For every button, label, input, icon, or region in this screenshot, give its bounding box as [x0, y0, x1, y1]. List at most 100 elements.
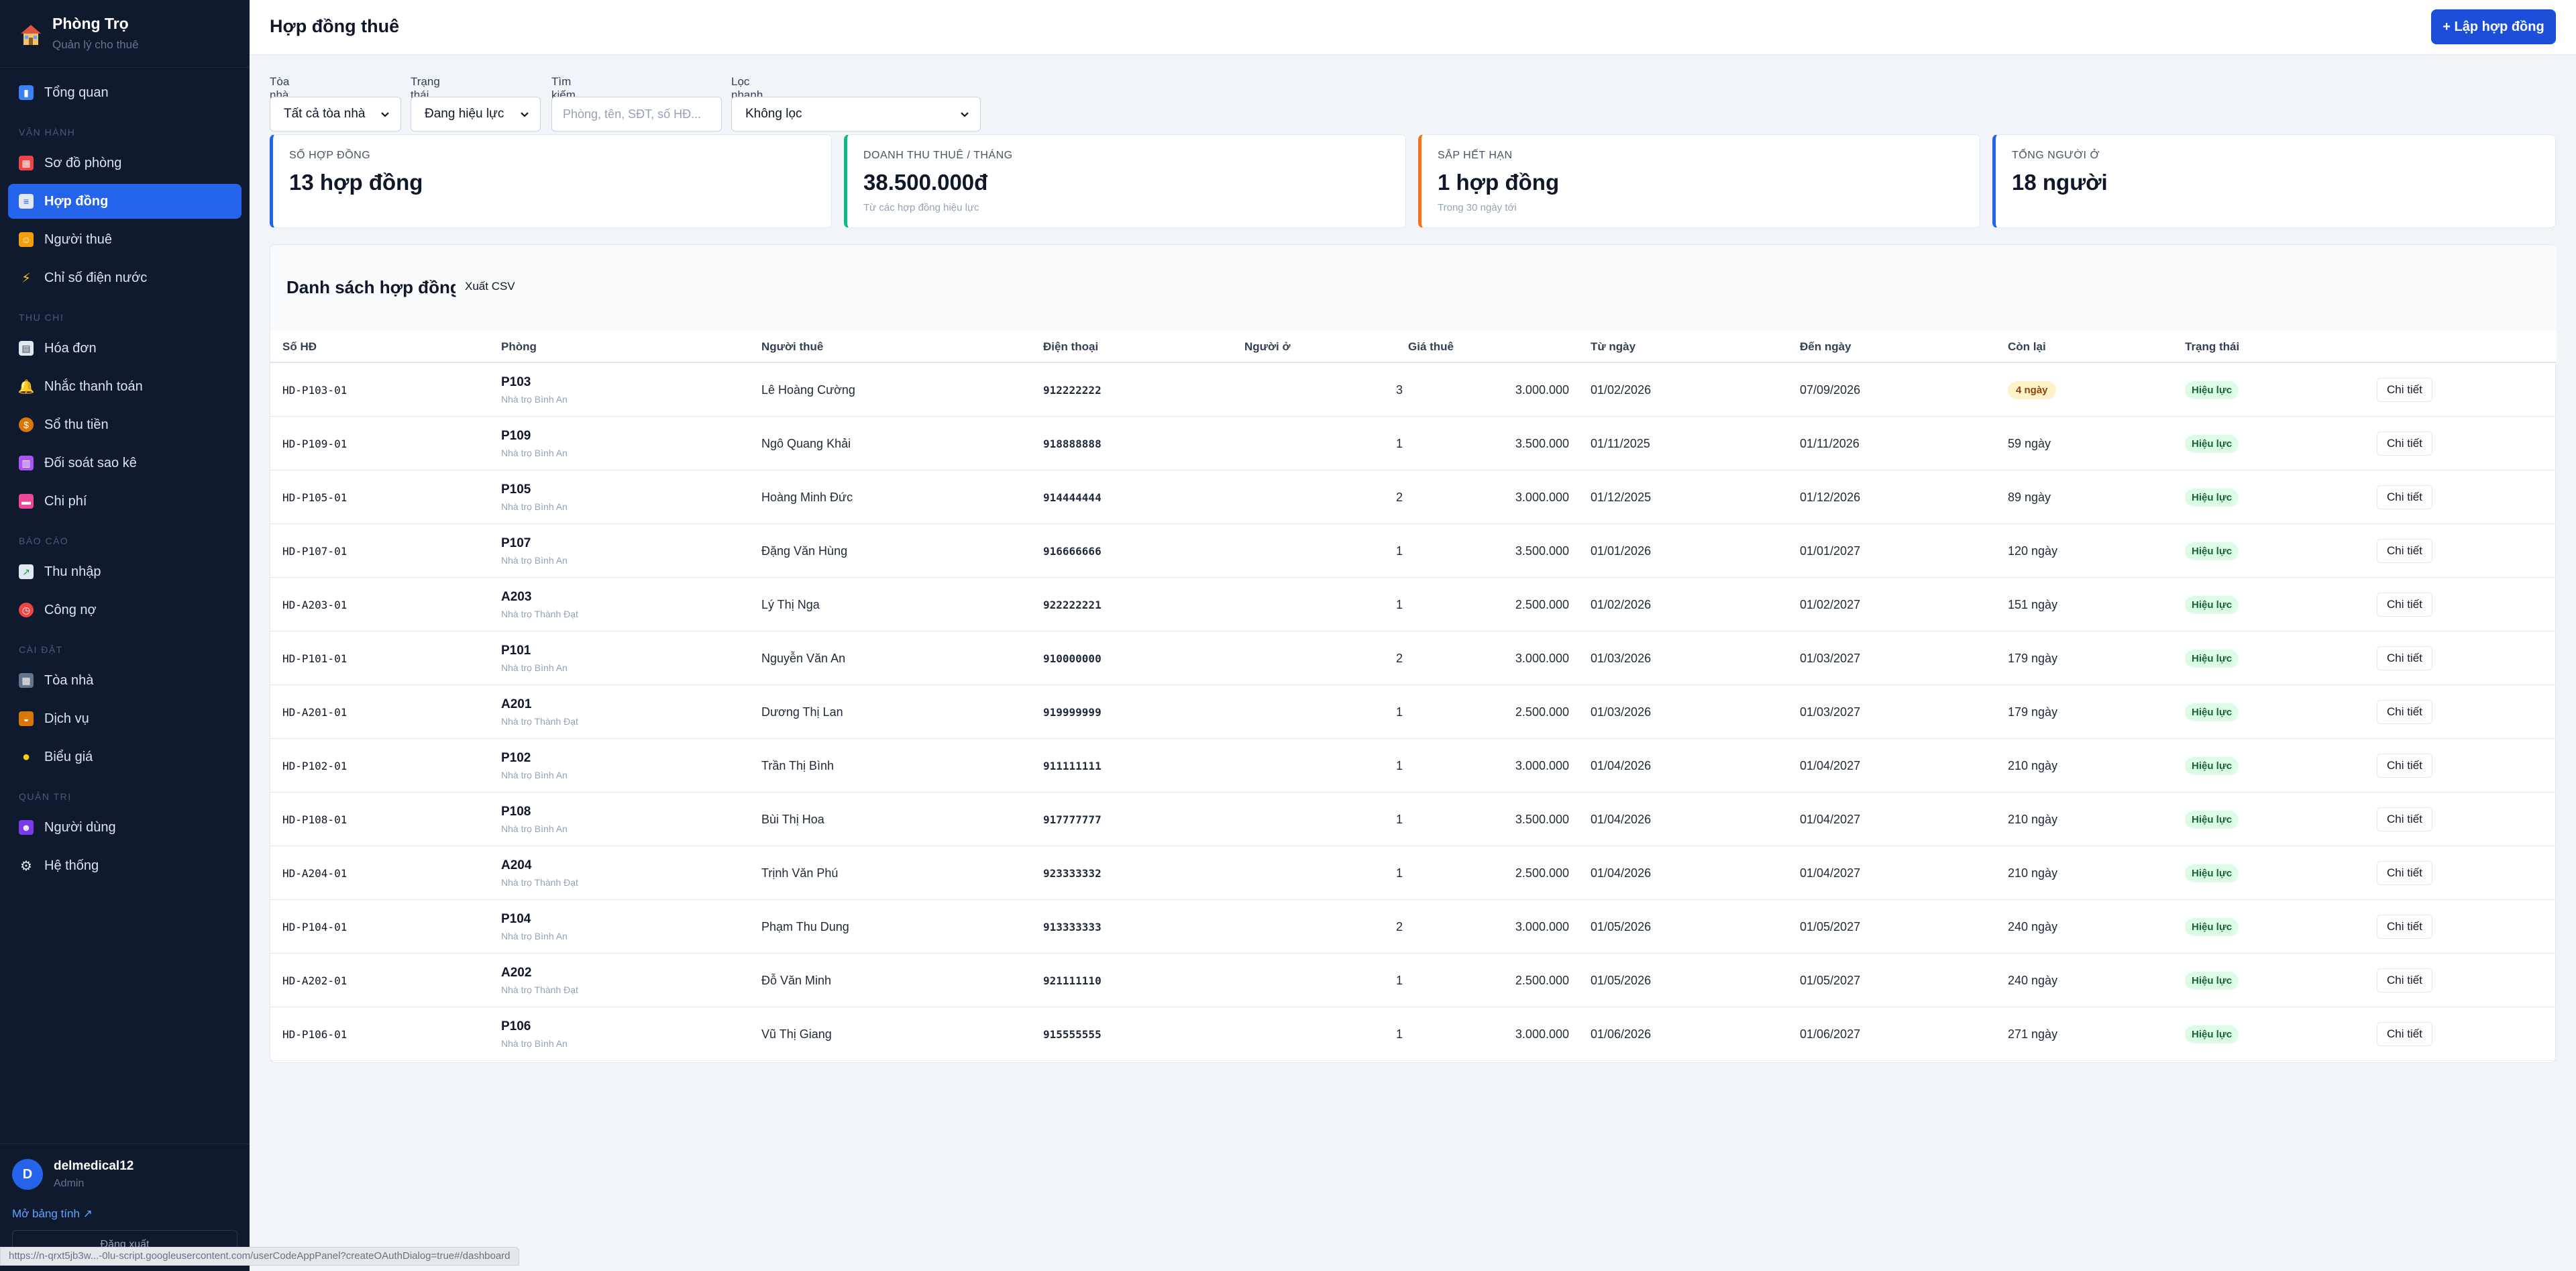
- detail-button[interactable]: Chi tiết: [2377, 1022, 2432, 1046]
- days-left: 240 ngày: [2008, 954, 2057, 1007]
- stat-card-revenue: Doanh thu thuê / tháng 38.500.000đ Từ cá…: [844, 134, 1406, 228]
- sidebar-item-users[interactable]: ☻ Người dùng: [8, 810, 241, 845]
- tenant-name: Đặng Văn Hùng: [761, 544, 848, 558]
- tenant-name: Ngô Quang Khải: [761, 436, 851, 450]
- table-row[interactable]: HD-A203-01 A203 Nhà trọ Thành Đạt Lý Thị Ng…: [270, 578, 2557, 631]
- column-header[interactable]: Trạng thái: [2185, 331, 2239, 363]
- column-header[interactable]: Số HĐ: [282, 331, 317, 363]
- table-row[interactable]: HD-A204-01 A204 Nhà trọ Thành Đạt Trịnh Văn…: [270, 846, 2557, 900]
- sidebar-item-system[interactable]: ⚙ Hệ thống: [8, 848, 241, 883]
- brand[interactable]: Phòng Trọ Quản lý cho thuê: [19, 13, 139, 52]
- tenant-name: Trần Thị Bình: [761, 758, 835, 772]
- select-value: Không lọc: [745, 107, 802, 121]
- avatar[interactable]: D: [12, 1159, 43, 1190]
- sidebar-item-cashbook[interactable]: $ Sổ thu tiền: [8, 407, 241, 442]
- status-badge: Hiệu lực: [2185, 971, 2239, 990]
- column-header[interactable]: Từ ngày: [1591, 331, 1635, 363]
- detail-cell: Chi tiết: [2377, 470, 2432, 524]
- room-code: A202: [501, 966, 532, 980]
- detail-button[interactable]: Chi tiết: [2377, 646, 2432, 670]
- start-date: 01/12/2025: [1591, 490, 1652, 504]
- sidebar-item-debts[interactable]: ◷ Công nợ: [8, 593, 241, 627]
- table-row[interactable]: HD-P109-01 P109 Nhà trọ Bình An Ngô Quang K…: [270, 417, 2557, 470]
- sidebar-item-tenants[interactable]: ☺ Người thuê: [8, 222, 241, 257]
- detail-button[interactable]: Chi tiết: [2377, 754, 2432, 778]
- phone-number: 921111110: [1043, 974, 1102, 987]
- export-csv-button[interactable]: Xuất CSV: [455, 274, 525, 299]
- room-cell: P101 Nhà trọ Bình An: [501, 631, 568, 685]
- sidebar-item-meters[interactable]: ⚡ Chỉ số điện nước: [8, 260, 241, 295]
- room-cell: P107 Nhà trọ Bình An: [501, 524, 568, 578]
- table-row[interactable]: HD-A202-01 A202 Nhà trọ Thành Đạt Đỗ Văn Mi…: [270, 954, 2557, 1007]
- tenant-name: Đỗ Văn Minh: [761, 973, 832, 987]
- quick-filter-select[interactable]: Không lọc: [731, 97, 981, 132]
- detail-button[interactable]: Chi tiết: [2377, 485, 2432, 509]
- alarm-clock-icon: ◷: [19, 603, 34, 617]
- end-date: 01/05/2027: [1800, 919, 1861, 933]
- search-input[interactable]: Phòng, tên, SĐT, số HĐ...: [551, 97, 722, 132]
- detail-button[interactable]: Chi tiết: [2377, 807, 2432, 831]
- sidebar-item-label: Hợp đồng: [44, 193, 109, 209]
- table-header: Số HĐ Phòng Người thuê Điện thoại Người …: [270, 331, 2557, 363]
- start-date: 01/03/2026: [1591, 651, 1652, 665]
- tenant-name: Nguyễn Văn An: [761, 651, 846, 665]
- detail-button[interactable]: Chi tiết: [2377, 539, 2432, 563]
- phone-number: 915555555: [1043, 1027, 1102, 1041]
- open-spreadsheet-link[interactable]: Mở bảng tính ↗: [12, 1207, 93, 1221]
- table-row[interactable]: HD-P101-01 P101 Nhà trọ Bình An Nguyễn Văn …: [270, 631, 2557, 685]
- phone-number: 912222222: [1043, 383, 1102, 397]
- filter-search: Tìm kiếm Phòng, tên, SĐT, số HĐ...: [551, 75, 722, 132]
- stat-note: Từ các hợp đồng hiệu lực: [863, 202, 979, 213]
- status-badge: Hiệu lực: [2185, 595, 2239, 614]
- sidebar-item-expenses[interactable]: ▬ Chi phí: [8, 484, 241, 519]
- table-row[interactable]: HD-P102-01 P102 Nhà trọ Bình An Trần Thị Bì…: [270, 739, 2557, 793]
- table-row[interactable]: HD-P106-01 P106 Nhà trọ Bình An Vũ Thị Gian…: [270, 1007, 2557, 1061]
- sidebar-item-overview[interactable]: ▮ Tổng quan: [8, 75, 241, 110]
- column-header[interactable]: Đến ngày: [1800, 331, 1851, 363]
- phone-number: 914444444: [1043, 491, 1102, 504]
- sidebar-item-reminders[interactable]: 🔔 Nhắc thanh toán: [8, 369, 241, 404]
- column-header[interactable]: Điện thoại: [1043, 331, 1098, 363]
- table-row[interactable]: HD-P103-01 P103 Nhà trọ Bình An Lê Hoàng Cư…: [270, 363, 2557, 417]
- days-left-value: 59 ngày: [2008, 436, 2051, 450]
- sidebar-item-label: Công nợ: [44, 602, 97, 617]
- column-header[interactable]: Người thuê: [761, 331, 823, 363]
- table-row[interactable]: HD-P108-01 P108 Nhà trọ Bình An Bùi Thị Hoa…: [270, 793, 2557, 846]
- table-row[interactable]: HD-A201-01 A201 Nhà trọ Thành Đạt Dương Thị…: [270, 685, 2557, 739]
- column-header[interactable]: Người ở: [1244, 331, 1291, 363]
- table-row[interactable]: HD-P105-01 P105 Nhà trọ Bình An Hoàng Minh …: [270, 470, 2557, 524]
- sidebar-item-reconcile[interactable]: ▥ Đối soát sao kê: [8, 446, 241, 480]
- user-name: delmedical12: [54, 1159, 134, 1173]
- room-cell: P102 Nhà trọ Bình An: [501, 739, 568, 793]
- detail-button[interactable]: Chi tiết: [2377, 861, 2432, 885]
- status-select[interactable]: Đang hiệu lực: [411, 97, 541, 132]
- sidebar-item-contracts[interactable]: ≡ Hợp đồng: [8, 184, 241, 219]
- building-select[interactable]: Tất cả tòa nhà: [270, 97, 401, 132]
- filter-status: Trạng thái Đang hiệu lực: [411, 75, 541, 132]
- detail-button[interactable]: Chi tiết: [2377, 378, 2432, 402]
- nav-section-admin: Quản trị: [19, 791, 72, 802]
- sidebar-item-pricing[interactable]: ● Biểu giá: [8, 740, 241, 774]
- table-row[interactable]: HD-P104-01 P104 Nhà trọ Bình An Phạm Thu Du…: [270, 900, 2557, 954]
- tenant-name: Dương Thị Lan: [761, 705, 843, 719]
- tenant-name: Hoàng Minh Đức: [761, 490, 853, 504]
- column-header[interactable]: Giá thuê: [1408, 331, 1454, 363]
- table-row[interactable]: HD-P107-01 P107 Nhà trọ Bình An Đặng Văn Hù…: [270, 524, 2557, 578]
- detail-button[interactable]: Chi tiết: [2377, 431, 2432, 456]
- detail-button[interactable]: Chi tiết: [2377, 915, 2432, 939]
- sidebar-item-room-map[interactable]: ▦ Sơ đồ phòng: [8, 146, 241, 181]
- sidebar-item-invoices[interactable]: ▤ Hóa đơn: [8, 331, 241, 366]
- end-date: 01/04/2027: [1800, 812, 1861, 826]
- detail-button[interactable]: Chi tiết: [2377, 700, 2432, 724]
- sidebar-item-label: Chỉ số điện nước: [44, 270, 148, 285]
- detail-button[interactable]: Chi tiết: [2377, 593, 2432, 617]
- sidebar-item-buildings[interactable]: ▦ Tòa nhà: [8, 663, 241, 698]
- sidebar-item-services[interactable]: ◒ Dịch vụ: [8, 701, 241, 736]
- sidebar: Phòng Trọ Quản lý cho thuê ▮ Tổng quan V…: [0, 0, 250, 1271]
- sidebar-item-income[interactable]: ↗ Thu nhập: [8, 554, 241, 589]
- new-contract-button[interactable]: + Lập hợp đồng: [2431, 9, 2556, 44]
- detail-button[interactable]: Chi tiết: [2377, 968, 2432, 993]
- rent-amount: 3.500.000: [1515, 544, 1569, 558]
- column-header[interactable]: Phòng: [501, 331, 537, 363]
- column-header[interactable]: Còn lại: [2008, 331, 2046, 363]
